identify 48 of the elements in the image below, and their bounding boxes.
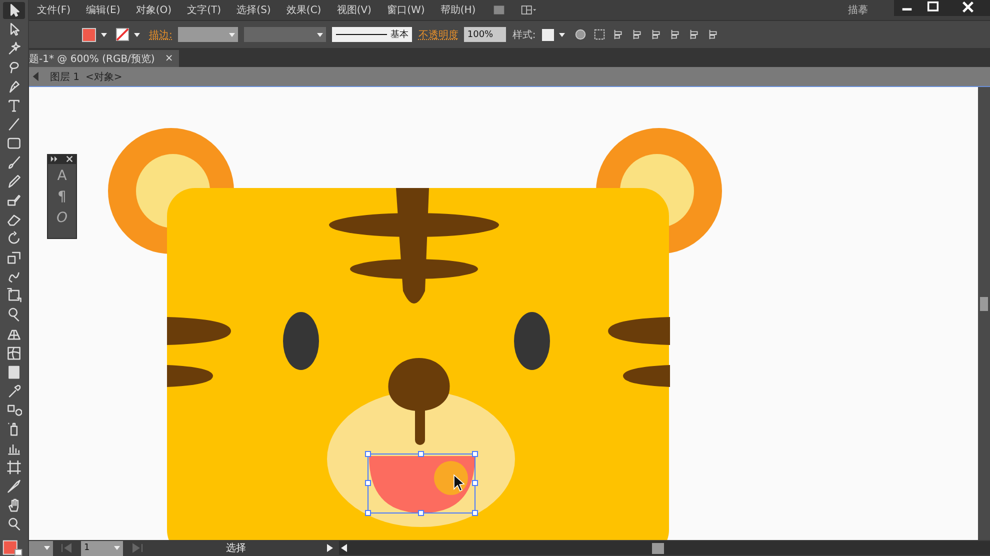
panel-button[interactable]: A bbox=[57, 167, 67, 185]
style-label: 样式: bbox=[512, 28, 536, 42]
menu-item[interactable]: 文件(F) bbox=[37, 3, 71, 17]
menu-item[interactable]: 视图(V) bbox=[336, 3, 372, 17]
menu-item[interactable]: 选择(S) bbox=[236, 3, 271, 17]
scroll-left-icon[interactable] bbox=[339, 542, 349, 554]
caret-icon[interactable] bbox=[558, 32, 565, 36]
selection-bounding-box[interactable] bbox=[365, 451, 478, 516]
menu-item[interactable]: 效果(C) bbox=[286, 3, 322, 17]
horizontal-scrollbar[interactable] bbox=[339, 541, 990, 555]
vertical-scrollbar[interactable] bbox=[978, 87, 990, 540]
opacity-link[interactable]: 不透明度 bbox=[418, 28, 458, 42]
panel-button[interactable]: O bbox=[56, 209, 68, 227]
menu-item[interactable]: 对象(O) bbox=[136, 3, 172, 17]
stroke-style-dropdown[interactable]: 基本 bbox=[332, 27, 412, 42]
breadcrumb-link[interactable]: 图层 1 bbox=[50, 70, 80, 84]
caret-icon[interactable] bbox=[317, 32, 324, 36]
caret-icon[interactable] bbox=[134, 32, 140, 36]
globe-icon[interactable] bbox=[574, 28, 587, 41]
page-field[interactable]: 1 bbox=[81, 540, 123, 556]
stroke-weight-field[interactable] bbox=[178, 27, 238, 42]
play-arrow-icon[interactable] bbox=[325, 542, 335, 554]
align-icon[interactable] bbox=[668, 28, 682, 41]
panel-button[interactable]: ¶ bbox=[58, 188, 66, 206]
pointer-cursor-icon bbox=[454, 474, 465, 492]
transform-icon[interactable] bbox=[592, 28, 606, 41]
scroll-thumb[interactable] bbox=[980, 297, 988, 311]
opacity-field[interactable]: 100% bbox=[464, 27, 506, 42]
breadcrumb-link[interactable]: <对象> bbox=[86, 70, 122, 84]
workspace-switcher[interactable]: 描摹 bbox=[848, 3, 868, 17]
align-icon[interactable] bbox=[630, 28, 644, 41]
stroke-link[interactable]: 描边: bbox=[149, 28, 172, 42]
menu-item[interactable]: 帮助(H) bbox=[440, 3, 476, 17]
align-icon[interactable] bbox=[650, 28, 663, 41]
align-icon[interactable] bbox=[688, 28, 701, 41]
zoom-dropdown[interactable] bbox=[29, 540, 53, 556]
align-icon[interactable] bbox=[612, 28, 625, 41]
scroll-thumb[interactable] bbox=[652, 542, 664, 554]
layout-icon[interactable] bbox=[521, 4, 538, 16]
document-tab[interactable]: 题-1* @ 600% (RGB/预览) × bbox=[29, 50, 180, 67]
menu-item[interactable]: 文字(T) bbox=[187, 3, 222, 17]
menu-item[interactable]: 窗口(W) bbox=[387, 3, 425, 17]
align-icon[interactable] bbox=[706, 28, 720, 41]
collapse-icon[interactable] bbox=[50, 155, 59, 163]
caret-icon[interactable] bbox=[101, 32, 107, 36]
status-text: 选择 bbox=[225, 542, 247, 555]
menu-item[interactable]: 编辑(E) bbox=[86, 3, 120, 17]
close-icon[interactable] bbox=[65, 155, 74, 163]
